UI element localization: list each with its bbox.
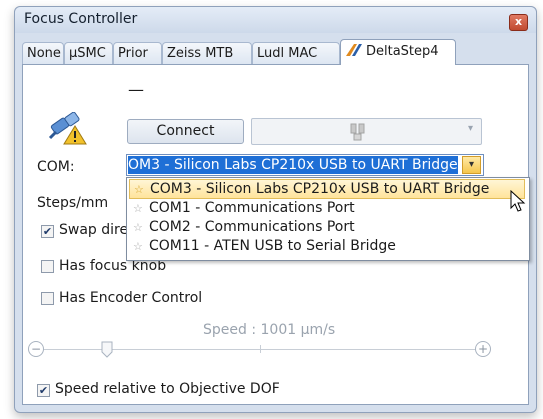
close-icon: x bbox=[514, 15, 523, 28]
device-icon bbox=[350, 123, 365, 141]
slider-tick bbox=[260, 345, 261, 353]
com-select[interactable]: OM3 - Silicon Labs CP210x USB to UART Br… bbox=[126, 154, 484, 176]
plus-icon: + bbox=[477, 342, 489, 356]
list-item[interactable]: ☆ COM2 - Communications Port bbox=[129, 218, 525, 238]
star-icon: ☆ bbox=[133, 240, 143, 253]
speed-decrease-button[interactable]: − bbox=[28, 341, 44, 357]
com-dropdown-button[interactable]: ▾ bbox=[462, 156, 481, 174]
speed-increase-button[interactable]: + bbox=[475, 341, 491, 357]
tab-label: Zeiss MTB bbox=[167, 46, 234, 61]
list-item[interactable]: ☆ COM11 - ATEN USB to Serial Bridge bbox=[129, 237, 525, 257]
connect-button[interactable]: Connect bbox=[127, 119, 244, 144]
swap-direction-checkbox[interactable]: ✔ bbox=[41, 225, 54, 238]
speed-slider-thumb[interactable] bbox=[101, 341, 113, 358]
status-dash: — bbox=[128, 80, 144, 99]
tab-usmc[interactable]: µSMC bbox=[64, 42, 113, 64]
title-bar: Focus Controller x bbox=[15, 7, 536, 33]
tab-zeiss-mtb[interactable]: Zeiss MTB bbox=[162, 42, 252, 64]
list-item[interactable]: ☆ COM3 - Silicon Labs CP210x USB to UART … bbox=[129, 179, 525, 199]
com-dropdown-list: ☆ COM3 - Silicon Labs CP210x USB to UART … bbox=[126, 177, 530, 261]
tab-deltastep4[interactable]: DeltaStep4 bbox=[340, 39, 456, 65]
chevron-down-icon: ▾ bbox=[468, 123, 474, 134]
connect-label: Connect bbox=[156, 123, 215, 139]
tab-label: Ludl MAC bbox=[257, 46, 318, 61]
swap-direction-label: Swap dire bbox=[59, 222, 129, 238]
option-label: COM1 - Communications Port bbox=[149, 200, 355, 216]
option-label: COM11 - ATEN USB to Serial Bridge bbox=[149, 238, 396, 254]
mouse-cursor-icon bbox=[510, 190, 526, 212]
speed-dof-label: Speed relative to Objective DOF bbox=[55, 381, 280, 397]
focus-knob-checkbox[interactable] bbox=[41, 260, 54, 273]
disconnected-plug-warning-icon bbox=[48, 112, 87, 145]
speed-dof-checkbox[interactable]: ✔ bbox=[37, 384, 50, 397]
steps-label: Steps/mm bbox=[37, 195, 109, 211]
window-title: Focus Controller bbox=[24, 11, 138, 27]
list-item[interactable]: ☆ COM1 - Communications Port bbox=[129, 199, 525, 219]
deltastep-icon bbox=[346, 44, 362, 56]
speed-label: Speed : 1001 µm/s bbox=[203, 322, 336, 338]
option-label: COM3 - Silicon Labs CP210x USB to UART B… bbox=[150, 181, 490, 197]
encoder-control-label: Has Encoder Control bbox=[59, 290, 203, 306]
tab-label: µSMC bbox=[69, 46, 106, 61]
tab-label: DeltaStep4 bbox=[366, 44, 439, 59]
encoder-control-checkbox[interactable] bbox=[41, 292, 54, 305]
com-selected-value: OM3 - Silicon Labs CP210x USB to UART Br… bbox=[128, 156, 458, 174]
star-icon: ☆ bbox=[134, 183, 144, 196]
tab-label: None bbox=[27, 46, 61, 61]
device-combo[interactable]: ▾ bbox=[251, 118, 482, 145]
minus-icon: − bbox=[30, 342, 42, 356]
star-icon: ☆ bbox=[133, 202, 143, 215]
tab-prior[interactable]: Prior bbox=[113, 42, 162, 64]
tab-none[interactable]: None bbox=[22, 42, 64, 64]
close-button[interactable]: x bbox=[509, 14, 528, 31]
option-label: COM2 - Communications Port bbox=[149, 219, 355, 235]
tab-ludl-mac[interactable]: Ludl MAC bbox=[252, 42, 340, 64]
star-icon: ☆ bbox=[133, 221, 143, 234]
chevron-down-icon: ▾ bbox=[468, 159, 475, 170]
com-label: COM: bbox=[37, 159, 75, 175]
tab-label: Prior bbox=[118, 46, 148, 61]
